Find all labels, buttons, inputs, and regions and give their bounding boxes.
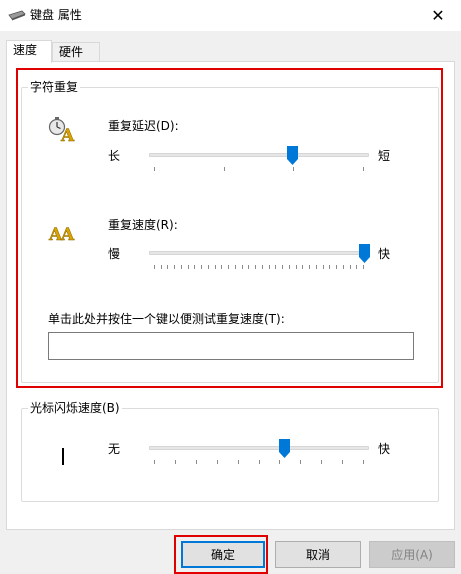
slider-tick bbox=[315, 265, 317, 269]
slider-tick bbox=[329, 265, 331, 269]
cursor-blink-group: 光标闪烁速度(B) bbox=[21, 400, 439, 502]
slider-tick bbox=[279, 460, 281, 464]
repeat-delay-min-label: 长 bbox=[108, 149, 121, 163]
slider-tick bbox=[174, 460, 176, 464]
repeat-delay-ticks bbox=[154, 167, 364, 173]
slider-tick bbox=[174, 265, 176, 269]
slider-tick bbox=[295, 265, 297, 269]
slider-tick bbox=[258, 460, 260, 464]
slider-tick bbox=[349, 265, 351, 269]
char-repeat-legend: 字符重复 bbox=[28, 79, 81, 95]
slider-tick bbox=[261, 265, 263, 269]
repeat-delay-slider-track[interactable] bbox=[149, 153, 369, 157]
slider-tick bbox=[223, 167, 225, 171]
slider-tick bbox=[216, 460, 218, 464]
repeat-test-input[interactable] bbox=[48, 332, 414, 360]
cancel-button[interactable]: 取消 bbox=[275, 541, 361, 568]
slider-tick bbox=[363, 460, 364, 464]
tab-hardware-label: 硬件 bbox=[59, 45, 84, 59]
slider-tick bbox=[322, 265, 324, 269]
repeat-rate-slider-thumb[interactable] bbox=[358, 244, 370, 263]
cursor-blink-slider-thumb[interactable] bbox=[278, 439, 290, 458]
slider-tick bbox=[363, 265, 364, 269]
slider-tick bbox=[234, 265, 236, 269]
slider-tick bbox=[154, 460, 155, 464]
svg-text:A: A bbox=[60, 225, 75, 244]
apply-button[interactable]: 应用(A) bbox=[369, 541, 455, 568]
tab-hardware[interactable]: 硬件 bbox=[52, 42, 100, 62]
svg-text:A: A bbox=[60, 126, 75, 144]
slider-tick bbox=[248, 265, 250, 269]
tab-speed-label: 速度 bbox=[13, 43, 38, 57]
slider-tick bbox=[241, 265, 243, 269]
slider-tick bbox=[180, 265, 182, 269]
slider-tick bbox=[167, 265, 169, 269]
tab-strip: 速度 硬件 bbox=[0, 40, 461, 63]
repeat-delay-slider-thumb[interactable] bbox=[287, 146, 299, 165]
slider-tick bbox=[221, 265, 223, 269]
slider-tick bbox=[237, 460, 239, 464]
slider-tick bbox=[154, 265, 155, 269]
repeat-rate-ticks bbox=[154, 265, 364, 271]
slider-tick bbox=[282, 265, 284, 269]
slider-tick bbox=[228, 265, 230, 269]
repeat-delay-icon: A bbox=[48, 117, 75, 144]
slider-tick bbox=[255, 265, 257, 269]
slider-tick bbox=[195, 460, 197, 464]
slider-tick bbox=[321, 460, 323, 464]
slider-tick bbox=[154, 167, 155, 171]
repeat-rate-icon: A A bbox=[48, 225, 75, 244]
slider-tick bbox=[207, 265, 209, 269]
repeat-delay-label: 重复延迟(D): bbox=[108, 119, 179, 133]
slider-tick bbox=[187, 265, 189, 269]
slider-tick bbox=[201, 265, 203, 269]
slider-tick bbox=[214, 265, 216, 269]
repeat-rate-min-label: 慢 bbox=[108, 247, 121, 261]
close-button[interactable]: ✕ bbox=[415, 0, 461, 31]
title-bar: 键盘 属性 ✕ bbox=[0, 0, 461, 31]
slider-tick bbox=[288, 265, 290, 269]
cursor-blink-max-label: 快 bbox=[378, 442, 391, 456]
repeat-rate-label: 重复速度(R): bbox=[108, 218, 178, 232]
slider-tick bbox=[356, 265, 358, 269]
slider-tick bbox=[275, 265, 277, 269]
cursor-blink-ticks bbox=[154, 460, 364, 466]
ok-button[interactable]: 确定 bbox=[181, 541, 265, 568]
tab-panel: 字符重复 A 重复延迟(D): 长 短 A A 重复速度(R): 慢 快 单击此… bbox=[6, 61, 455, 530]
slider-tick bbox=[293, 167, 295, 171]
slider-tick bbox=[160, 265, 162, 269]
cursor-blink-min-label: 无 bbox=[108, 442, 121, 456]
cursor-blink-legend: 光标闪烁速度(B) bbox=[28, 400, 122, 416]
slider-tick bbox=[194, 265, 196, 269]
repeat-test-label: 单击此处并按住一个键以便测试重复速度(T): bbox=[48, 312, 285, 326]
keyboard-icon bbox=[8, 10, 26, 21]
slider-tick bbox=[336, 265, 338, 269]
repeat-delay-max-label: 短 bbox=[378, 149, 391, 163]
blinking-cursor-icon bbox=[62, 448, 64, 465]
slider-tick bbox=[342, 265, 344, 269]
slider-tick bbox=[268, 265, 270, 269]
window-title: 键盘 属性 bbox=[30, 8, 82, 22]
slider-tick bbox=[363, 167, 364, 171]
slider-tick bbox=[342, 460, 344, 464]
repeat-rate-max-label: 快 bbox=[378, 247, 391, 261]
repeat-rate-slider-track[interactable] bbox=[149, 251, 369, 255]
cursor-blink-slider-track[interactable] bbox=[149, 446, 369, 450]
close-icon: ✕ bbox=[431, 6, 445, 25]
slider-tick bbox=[300, 460, 302, 464]
tab-speed[interactable]: 速度 bbox=[6, 40, 52, 63]
slider-tick bbox=[302, 265, 304, 269]
slider-tick bbox=[309, 265, 311, 269]
